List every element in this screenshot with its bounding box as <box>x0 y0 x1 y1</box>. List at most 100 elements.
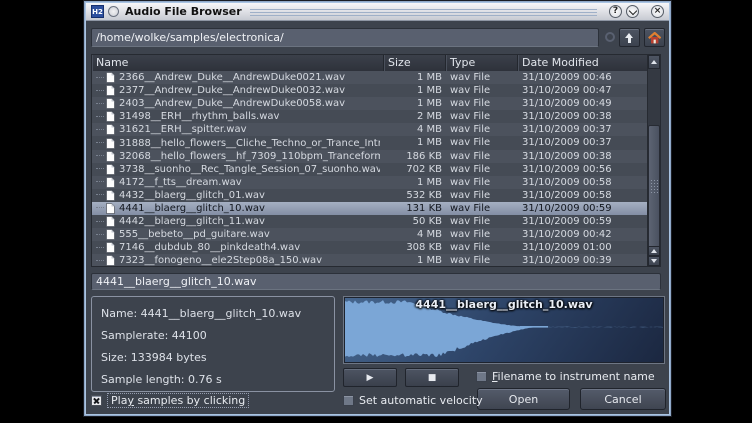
cell-name: 4441__blaerg__glitch_10.wav <box>92 202 384 215</box>
shade-button[interactable] <box>626 5 639 18</box>
filename-input[interactable]: 4441__blaerg__glitch_10.wav <box>91 273 661 290</box>
table-row[interactable]: 4172__f_tts__dream.wav 1 MB wav File 31/… <box>92 176 647 189</box>
file-icon <box>106 242 115 253</box>
tree-branch-icon <box>96 194 104 196</box>
file-table-rows: 2366__Andrew_Duke__AndrewDuke0021.wav 1 … <box>92 71 647 266</box>
waveform-preview[interactable]: 4441__blaerg__glitch_10.wav <box>343 296 665 364</box>
file-icon <box>106 72 115 83</box>
triangle-up-icon <box>651 249 657 253</box>
cell-name: 31498__ERH__rhythm_balls.wav <box>92 110 384 123</box>
table-row[interactable]: 4442__blaerg__glitch_11.wav 50 KB wav Fi… <box>92 215 647 228</box>
file-icon <box>106 124 115 135</box>
file-table-header: Name Size Type Date Modified <box>92 55 647 72</box>
file-name: 7323__fonogeno__ele2Step08a_150.wav <box>119 254 322 267</box>
help-button[interactable]: ? <box>609 5 622 18</box>
filename-to-instrument-checkbox[interactable]: Filename to instrument name <box>476 370 655 383</box>
checkbox-box[interactable] <box>343 395 354 406</box>
triangle-up-icon <box>651 60 657 64</box>
checkbox-box[interactable] <box>91 395 102 406</box>
column-header-type[interactable]: Type <box>446 55 518 71</box>
file-icon <box>106 164 115 175</box>
cell-date: 31/10/2009 00:59 <box>518 202 647 215</box>
cell-date: 31/10/2009 00:46 <box>518 71 647 84</box>
up-directory-button[interactable] <box>619 28 640 47</box>
table-row[interactable]: 7323__fonogeno__ele2Step08a_150.wav 1 MB… <box>92 254 647 267</box>
cell-size: 532 KB <box>384 189 446 202</box>
cell-type: wav File <box>446 189 518 202</box>
cell-type: wav File <box>446 202 518 215</box>
table-row[interactable]: 2366__Andrew_Duke__AndrewDuke0021.wav 1 … <box>92 71 647 84</box>
file-icon <box>106 138 115 149</box>
scrollbar-handle[interactable] <box>648 125 660 248</box>
column-header-date-modified[interactable]: Date Modified <box>518 55 647 71</box>
cell-size: 1 MB <box>384 136 446 149</box>
table-row[interactable]: 31498__ERH__rhythm_balls.wav 2 MB wav Fi… <box>92 110 647 123</box>
table-row[interactable]: 555__bebeto__pd_guitare.wav 4 MB wav Fil… <box>92 228 647 241</box>
table-row[interactable]: 3738__suonho__Rec_Tangle_Session_07_suon… <box>92 163 647 176</box>
column-header-size[interactable]: Size <box>384 55 446 71</box>
play-button[interactable]: ▶ <box>343 368 397 387</box>
close-button[interactable]: × <box>651 5 664 18</box>
file-icon <box>106 111 115 122</box>
table-row[interactable]: 31621__ERH__spitter.wav 4 MB wav File 31… <box>92 123 647 136</box>
table-row[interactable]: 2403__Andrew_Duke__AndrewDuke0058.wav 1 … <box>92 97 647 110</box>
cell-name: 4442__blaerg__glitch_11.wav <box>92 215 384 228</box>
waveform-tail <box>520 326 548 328</box>
table-row[interactable]: 31888__hello_flowers__Cliche_Techno_or_T… <box>92 136 647 149</box>
set-automatic-velocity-checkbox[interactable]: Set automatic velocity <box>343 394 483 407</box>
cell-size: 186 KB <box>384 150 446 163</box>
cell-size: 702 KB <box>384 163 446 176</box>
cell-name: 31888__hello_flowers__Cliche_Techno_or_T… <box>92 136 384 149</box>
scroll-down-button[interactable] <box>648 256 660 266</box>
open-button[interactable]: Open <box>477 388 570 410</box>
pin-icon[interactable] <box>108 6 119 17</box>
titlebar[interactable]: H2 Audio File Browser ? × <box>86 3 669 21</box>
file-name: 4172__f_tts__dream.wav <box>119 176 242 189</box>
path-input[interactable]: /home/wolke/samples/electronica/ <box>91 28 599 47</box>
file-name: 2403__Andrew_Duke__AndrewDuke0058.wav <box>119 97 345 110</box>
table-row[interactable]: 4432__blaerg__glitch_01.wav 532 KB wav F… <box>92 189 647 202</box>
cancel-button[interactable]: Cancel <box>580 388 666 410</box>
cell-type: wav File <box>446 84 518 97</box>
tree-branch-icon <box>96 103 104 105</box>
cell-size: 308 KB <box>384 241 446 254</box>
file-name: 3738__suonho__Rec_Tangle_Session_07_suon… <box>119 163 380 176</box>
table-row[interactable]: 4441__blaerg__glitch_10.wav 131 KB wav F… <box>92 202 647 215</box>
file-name: 4442__blaerg__glitch_11.wav <box>119 215 265 228</box>
cell-name: 7323__fonogeno__ele2Step08a_150.wav <box>92 254 384 267</box>
file-name: 31498__ERH__rhythm_balls.wav <box>119 110 279 123</box>
tree-branch-icon <box>96 155 104 157</box>
table-row[interactable]: 2377__Andrew_Duke__AndrewDuke0032.wav 1 … <box>92 84 647 97</box>
cell-name: 31621__ERH__spitter.wav <box>92 123 384 136</box>
sample-info-panel: Name: 4441__blaerg__glitch_10.wav Sample… <box>91 296 335 392</box>
file-icon <box>106 177 115 188</box>
cell-date: 31/10/2009 00:58 <box>518 176 647 189</box>
cell-size: 4 MB <box>384 123 446 136</box>
column-header-name[interactable]: Name <box>92 55 384 71</box>
play-samples-by-clicking-checkbox[interactable]: Play samples by clicking <box>91 393 249 408</box>
file-name: 555__bebeto__pd_guitare.wav <box>119 228 270 241</box>
cell-type: wav File <box>446 254 518 267</box>
info-size: Size: 133984 bytes <box>101 351 207 364</box>
info-samplerate: Samplerate: 44100 <box>101 329 207 342</box>
file-name: 2366__Andrew_Duke__AndrewDuke0021.wav <box>119 71 345 84</box>
checkbox-label: Set automatic velocity <box>359 394 483 407</box>
stop-button[interactable]: ■ <box>405 368 459 387</box>
checkbox-box[interactable] <box>476 371 487 382</box>
cell-type: wav File <box>446 150 518 163</box>
audio-file-browser-window: H2 Audio File Browser ? × /home/wolke/sa… <box>83 0 672 417</box>
scroll-up-button-bottom[interactable] <box>648 246 660 256</box>
scroll-up-button[interactable] <box>648 55 660 69</box>
file-name: 4441__blaerg__glitch_10.wav <box>119 202 265 215</box>
dialog-body: /home/wolke/samples/electronica/ Name Si… <box>86 21 669 414</box>
tree-branch-icon <box>96 168 104 170</box>
table-row[interactable]: 32068__hello_flowers__hf_7309_110bpm_Tra… <box>92 150 647 163</box>
table-row[interactable]: 7146__dubdub_80__pinkdeath4.wav 308 KB w… <box>92 241 647 254</box>
file-icon <box>106 190 115 201</box>
info-name: Name: 4441__blaerg__glitch_10.wav <box>101 307 301 320</box>
cell-date: 31/10/2009 01:00 <box>518 241 647 254</box>
cell-date: 31/10/2009 00:39 <box>518 254 647 267</box>
vertical-scrollbar[interactable] <box>647 55 660 266</box>
home-directory-button[interactable] <box>644 28 665 47</box>
cell-name: 2366__Andrew_Duke__AndrewDuke0021.wav <box>92 71 384 84</box>
